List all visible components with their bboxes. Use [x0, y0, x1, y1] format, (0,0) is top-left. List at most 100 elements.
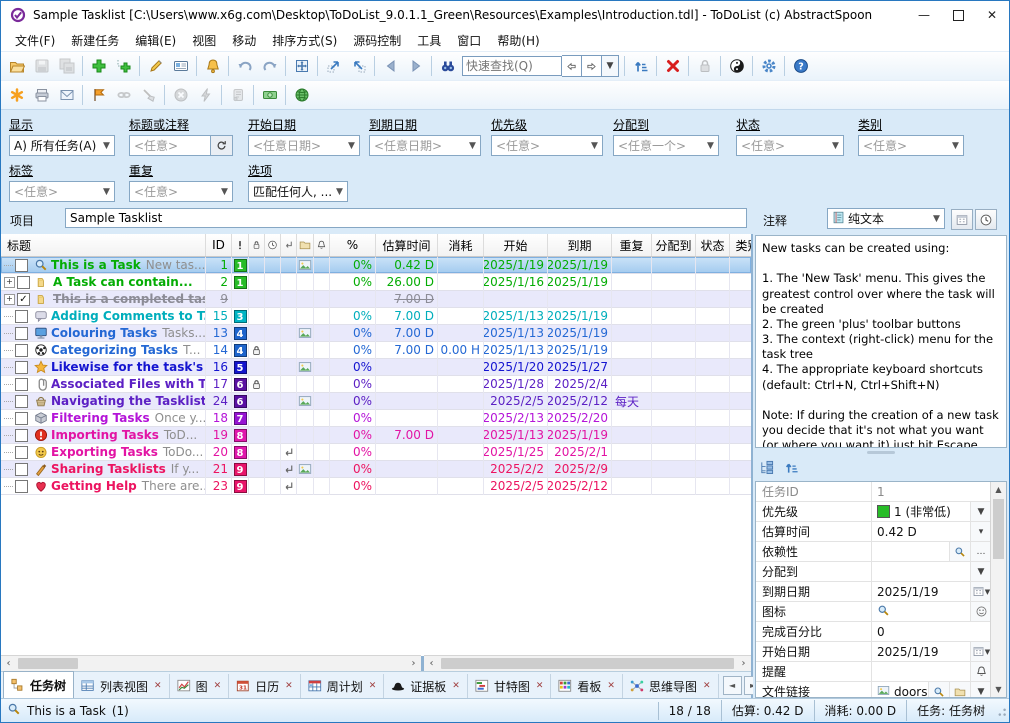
tab-任务树[interactable]: 任务树: [3, 671, 74, 698]
menu-item-10[interactable]: 帮助(H): [489, 30, 547, 51]
attribute-value[interactable]: 1 (非常低): [872, 502, 970, 521]
tab-close-icon[interactable]: ✕: [536, 681, 544, 691]
undo-button[interactable]: [232, 54, 257, 78]
filelink-dropdown-button[interactable]: ▼: [970, 682, 991, 698]
task-row[interactable]: Sharing TasklistsIf y...2190%2025/2/2202…: [1, 461, 751, 478]
task-row[interactable]: Navigating the Tasklist2460%2025/2/52025…: [1, 393, 751, 410]
maximize-button[interactable]: [941, 2, 975, 28]
clock-header-icon[interactable]: [265, 234, 281, 256]
attribute-value[interactable]: [872, 542, 949, 561]
sort-icon[interactable]: [784, 460, 799, 478]
open-file-button[interactable]: [4, 54, 29, 78]
tab-日历[interactable]: 31日历✕: [229, 674, 301, 698]
task-checkbox[interactable]: [15, 378, 28, 391]
tab-close-icon[interactable]: ✕: [285, 681, 293, 691]
redo-button[interactable]: [257, 54, 282, 78]
column-header-spent[interactable]: 消耗: [438, 234, 484, 256]
task-checkbox[interactable]: [15, 446, 28, 459]
email-button[interactable]: [54, 83, 79, 107]
tab-周计划[interactable]: 周计划✕: [301, 674, 385, 698]
task-checkbox[interactable]: [17, 276, 30, 289]
resize-grip[interactable]: [995, 705, 1007, 717]
move-task-left-button[interactable]: [346, 54, 371, 78]
new-task-button[interactable]: [86, 54, 111, 78]
task-checkbox[interactable]: [15, 310, 28, 323]
column-header-start[interactable]: 开始: [484, 234, 548, 256]
print-button[interactable]: [29, 83, 54, 107]
filelink-search-button[interactable]: [928, 682, 949, 698]
filter-combo-标题或注释[interactable]: <任意>: [129, 135, 211, 156]
comments-date-button[interactable]: [951, 209, 973, 230]
combo-dropdown-button[interactable]: ▼: [970, 562, 991, 581]
attribute-value[interactable]: [872, 602, 970, 621]
column-header-pct[interactable]: %: [330, 234, 376, 256]
find-tasks-button[interactable]: [435, 54, 460, 78]
folder-header-icon[interactable]: [297, 234, 314, 256]
menu-item-8[interactable]: 工具: [409, 30, 449, 51]
filter-combo-重复[interactable]: <任意>▼: [129, 181, 233, 202]
columns-horizontal-scrollbar[interactable]: ‹›: [424, 655, 751, 671]
task-row[interactable]: Likewise for the task's ...1650%2025/1/2…: [1, 359, 751, 376]
project-title-input[interactable]: [65, 208, 747, 228]
attribute-value[interactable]: [872, 562, 970, 581]
excl-header-icon[interactable]: [232, 234, 249, 256]
task-comments-text[interactable]: New tasks can be created using: 1. The '…: [755, 235, 1007, 448]
filter-combo-标签[interactable]: <任意>▼: [9, 181, 115, 202]
menu-item-3[interactable]: 编辑(E): [127, 30, 184, 51]
task-checkbox[interactable]: [15, 429, 28, 442]
menu-item-6[interactable]: 排序方式(S): [264, 30, 345, 51]
filter-combo-优先级[interactable]: <任意>▼: [491, 135, 603, 156]
quick-find-dropdown[interactable]: ▼: [602, 55, 619, 77]
attribute-value[interactable]: 2025/1/19: [872, 582, 970, 601]
toggle-theme-button[interactable]: [724, 54, 749, 78]
task-row[interactable]: Importing TasksToD...1980%7.00 D2025/1/1…: [1, 427, 751, 444]
task-row[interactable]: This is a TaskNew tas...110%0.42 D2025/1…: [1, 257, 751, 274]
tab-close-icon[interactable]: ✕: [154, 681, 162, 691]
attribute-value[interactable]: 0: [872, 622, 991, 641]
spin-dropdown-button[interactable]: ▾: [970, 522, 991, 541]
filter-combo-类别[interactable]: <任意>▼: [858, 135, 964, 156]
tab-close-icon[interactable]: ✕: [452, 681, 460, 691]
prev-task-button[interactable]: [378, 54, 403, 78]
recur-header-icon[interactable]: [281, 234, 297, 256]
task-checkbox[interactable]: [15, 344, 28, 357]
web-globe-button[interactable]: [289, 83, 314, 107]
menu-item-7[interactable]: 源码控制: [345, 30, 409, 51]
menu-item-9[interactable]: 窗口: [449, 30, 489, 51]
task-row[interactable]: Colouring TasksTasks...1340%7.00 D2025/1…: [1, 325, 751, 342]
task-table-header[interactable]: 标题ID%估算时间消耗开始到期重复分配到状态类别: [1, 234, 751, 257]
task-row[interactable]: Categorizing TasksT...1440%7.00 D0.00 H2…: [1, 342, 751, 359]
sort-button[interactable]: [628, 54, 653, 78]
tab-scroll-left-button[interactable]: ◄: [723, 676, 742, 695]
tab-close-icon[interactable]: ✕: [214, 681, 222, 691]
task-row[interactable]: Exporting TasksToDo...2080%2025/1/252025…: [1, 444, 751, 461]
tab-close-icon[interactable]: ✕: [369, 681, 377, 691]
new-subtask-button[interactable]: [111, 54, 136, 78]
attribute-value[interactable]: 0.42 D: [872, 522, 970, 541]
refresh-filter-button[interactable]: [211, 135, 233, 156]
tab-列表视图[interactable]: 列表视图✕: [74, 674, 170, 698]
delete-task-button[interactable]: [660, 54, 685, 78]
close-button[interactable]: ✕: [975, 2, 1009, 28]
attribute-value[interactable]: [872, 662, 970, 681]
reminder-bell-button[interactable]: [200, 54, 225, 78]
attributes-scrollbar[interactable]: ▲▼: [990, 482, 1006, 697]
task-checkbox[interactable]: [15, 395, 28, 408]
quick-find-prev-button[interactable]: [562, 55, 582, 77]
task-card-button[interactable]: [168, 54, 193, 78]
dependency-more-button[interactable]: …: [970, 542, 991, 561]
filter-combo-到期日期[interactable]: <任意日期>▼: [369, 135, 481, 156]
filter-combo-状态[interactable]: <任意>▼: [736, 135, 844, 156]
task-row[interactable]: Adding Comments to T...1530%7.00 D2025/1…: [1, 308, 751, 325]
minimize-button[interactable]: —: [907, 2, 941, 28]
filter-combo-分配到[interactable]: <任意一个>▼: [613, 135, 719, 156]
tab-证据板[interactable]: 证据板✕: [384, 674, 468, 698]
tab-close-icon[interactable]: ✕: [607, 681, 615, 691]
task-checkbox[interactable]: [15, 480, 28, 493]
menu-item-2[interactable]: 新建任务: [63, 30, 127, 51]
preferences-gear-button[interactable]: [756, 54, 781, 78]
comments-time-button[interactable]: [975, 209, 997, 230]
custom-asterisk-button[interactable]: [4, 83, 29, 107]
filter-combo-选项[interactable]: 匹配任何人, ...▼: [248, 181, 348, 202]
task-checkbox[interactable]: [15, 327, 28, 340]
